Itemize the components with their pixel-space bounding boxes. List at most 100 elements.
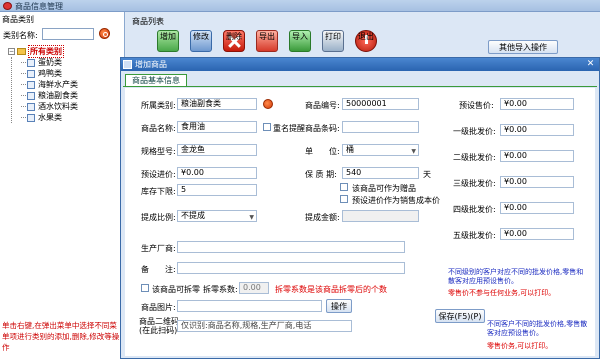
lvl5-label: 五级批发价: <box>453 231 496 240</box>
split-ratio-label: 拆零系数: <box>203 285 238 294</box>
category-search-input[interactable] <box>42 28 94 40</box>
tree-item[interactable]: 鸡鸭类 <box>21 68 123 79</box>
folder-icon <box>17 48 26 55</box>
tree-item[interactable]: 海鲜水产类 <box>21 79 123 90</box>
preset-sale-label: 预设售价: <box>459 101 494 110</box>
collapse-icon[interactable]: − <box>8 48 15 55</box>
window-title: 商品信息管理 <box>15 2 63 11</box>
lvl1-field[interactable]: ¥0.00 <box>500 124 574 136</box>
price-note-red-2: 零售价务,可以打印。 <box>487 342 553 350</box>
remark-field[interactable] <box>177 262 405 274</box>
category-search-label: 类别名称: <box>3 31 38 40</box>
add-product-dialog: 增加商品 ✕ 商品基本信息 所属类别: 粮油副食类 商品编号: 50000001… <box>120 57 600 359</box>
category-panel-header: 商品类别 <box>2 15 34 24</box>
lvl2-label: 二级批发价: <box>453 153 496 162</box>
remark-label: 备 注: <box>141 265 176 274</box>
manufacturer-field[interactable] <box>177 241 405 253</box>
close-icon[interactable]: ✕ <box>585 59 596 70</box>
category-panel: 商品类别 类别名称: − 所有类别 蛋奶类 鸡鸭类 海鲜水产类 粮油副食类 酒水… <box>0 12 125 359</box>
qr-label: 商品二维码: (在此扫码) <box>139 317 182 335</box>
tree-item-all[interactable]: − 所有类别 <box>8 45 123 58</box>
preset-buy-field[interactable]: ¥0.00 <box>177 167 257 179</box>
tree-item-label: 鸡鸭类 <box>38 69 62 78</box>
lvl2-field[interactable]: ¥0.00 <box>500 150 574 162</box>
commission-select[interactable]: 不提成 ▼ <box>177 210 257 222</box>
dialog-body: 所属类别: 粮油副食类 商品编号: 50000001 商品名称: 食用油 重名提… <box>125 88 595 356</box>
shelf-life-field[interactable]: 540 <box>342 167 419 179</box>
name-field[interactable]: 食用油 <box>177 121 257 133</box>
spec-label: 规格型号: <box>141 147 176 156</box>
lvl1-label: 一级批发价: <box>453 127 496 136</box>
unit-label: 单 位: <box>305 147 340 156</box>
category-icon <box>27 58 35 67</box>
split-note: 拆零系数是该商品拆零后的个数 <box>275 285 387 294</box>
price-note-blue-2: 不同客户不同的批发价格,零售散客对应预设售价。 <box>487 320 588 337</box>
category-icon <box>27 91 35 100</box>
product-no-field[interactable]: 50000001 <box>342 98 419 110</box>
category-field[interactable]: 粮油副食类 <box>177 98 257 110</box>
lvl4-label: 四级批发价: <box>453 205 496 214</box>
split-ratio-field[interactable]: 0.00 <box>239 282 269 294</box>
category-tree: − 所有类别 蛋奶类 鸡鸭类 海鲜水产类 粮油副食类 酒水饮料类 水果类 <box>8 45 123 123</box>
category-icon <box>27 113 35 122</box>
dup-check-checkbox[interactable] <box>263 123 271 131</box>
chevron-down-icon: ▼ <box>411 148 416 155</box>
save-button[interactable]: 保存(F5)(P) <box>435 309 485 323</box>
dialog-title: 增加商品 <box>135 60 167 69</box>
preset-sale-field[interactable]: ¥0.00 <box>500 98 574 110</box>
name-label: 商品名称: <box>141 124 176 133</box>
unit-select[interactable]: 桶 ▼ <box>342 144 419 156</box>
window-titlebar: 商品信息管理 <box>0 0 600 12</box>
dialog-titlebar: 增加商品 ✕ <box>121 58 599 71</box>
price-note-red: 零售价不参与任何业务,可以打印。 <box>448 289 556 297</box>
category-label: 所属类别: <box>141 101 176 110</box>
category-icon <box>27 102 35 111</box>
manufacturer-label: 生产厂商: <box>141 244 176 253</box>
splittable-checkbox[interactable] <box>141 284 149 292</box>
tree-item[interactable]: 酒水饮料类 <box>21 101 123 112</box>
product-list-header: 商品列表 <box>132 17 164 26</box>
lvl5-field[interactable]: ¥0.00 <box>500 228 574 240</box>
lvl4-field[interactable]: ¥0.00 <box>500 202 574 214</box>
splittable-label: 该商品可拆零 <box>152 285 200 294</box>
tree-item[interactable]: 水果类 <box>21 112 123 123</box>
category-icon <box>27 69 35 78</box>
app-icon <box>3 2 12 10</box>
tree-item[interactable]: 蛋奶类 <box>21 57 123 68</box>
cost-label: 预设进价作为销售成本价 <box>352 196 440 205</box>
tab-basic-info[interactable]: 商品基本信息 <box>125 74 187 86</box>
tree-item-label: 粮油副食类 <box>38 91 78 100</box>
qr-input[interactable]: 仅识别:商品名称,规格,生产厂商,电话 <box>177 320 352 332</box>
chevron-down-icon: ▼ <box>249 214 254 221</box>
image-label: 商品图片: <box>141 303 176 312</box>
tree-item-label: 海鲜水产类 <box>38 80 78 89</box>
tree-item-label: 酒水饮料类 <box>38 102 78 111</box>
other-import-button[interactable]: 其他导入操作 <box>488 40 558 54</box>
price-note-blue: 不同级别的客户对应不同的批发价格,零售和散客对应用预设售价。 <box>448 268 584 285</box>
spec-field[interactable]: 金龙鱼 <box>177 144 257 156</box>
barcode-label: 商品条码: <box>305 124 340 133</box>
image-operate-button[interactable]: 操作 <box>326 299 352 313</box>
image-field[interactable] <box>177 300 322 312</box>
dialog-icon <box>123 60 132 69</box>
gift-checkbox[interactable] <box>340 183 348 191</box>
commission-amount-label: 提成金额: <box>305 213 340 222</box>
category-icon <box>27 80 35 89</box>
pick-category-icon[interactable] <box>263 99 273 109</box>
lvl3-field[interactable]: ¥0.00 <box>500 176 574 188</box>
tree-item-label: 蛋奶类 <box>38 58 62 67</box>
category-hint: 单击右键,在弹出菜单中选择不同菜单项进行类别的添加,删除,修改等操作 <box>2 321 120 352</box>
search-icon[interactable] <box>99 28 110 39</box>
dup-check-label: 重名提醒 <box>273 124 305 133</box>
barcode-field[interactable] <box>342 121 419 133</box>
gift-label: 该商品可作为赠品 <box>352 184 416 193</box>
shelf-life-unit: 天 <box>423 170 431 179</box>
tree-item[interactable]: 粮油副食类 <box>21 90 123 101</box>
shelf-life-label: 保 质 期: <box>305 170 337 179</box>
lvl3-label: 三级批发价: <box>453 179 496 188</box>
cost-checkbox[interactable] <box>340 195 348 203</box>
product-no-label: 商品编号: <box>305 101 340 110</box>
commission-amount-field[interactable] <box>342 210 419 222</box>
stock-min-label: 库存下限: <box>141 187 176 196</box>
stock-min-field[interactable]: 5 <box>177 184 257 196</box>
